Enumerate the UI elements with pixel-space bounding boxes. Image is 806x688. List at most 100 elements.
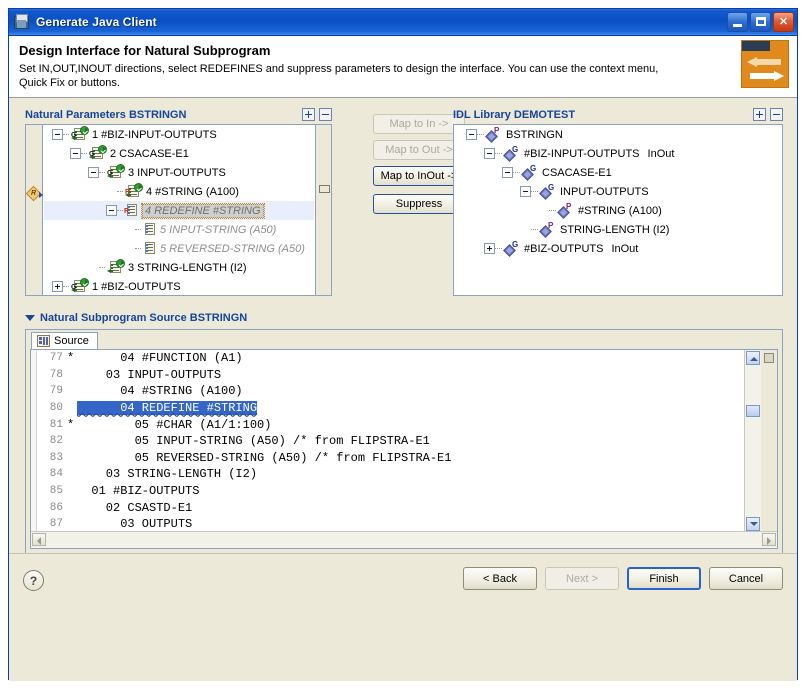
tree-connector xyxy=(117,209,123,212)
collapse-icon[interactable] xyxy=(466,129,477,140)
collapse-all-right-button[interactable] xyxy=(770,108,783,121)
tree-row[interactable]: 5 INPUT-STRING (A50) xyxy=(44,220,314,239)
editor-scroll-down-button[interactable] xyxy=(746,517,760,531)
code-line[interactable]: 77 * 04 #FUNCTION (A1) xyxy=(37,350,745,367)
editor-horizontal-scrollbar[interactable] xyxy=(31,531,777,548)
code-line[interactable]: 83 05 REVERSED-STRING (A50) /* from FLIP… xyxy=(37,450,745,467)
code-text: 03 STRING-LENGTH (I2) xyxy=(77,467,258,482)
idl-tree-row[interactable]: P STRING-LENGTH (I2) xyxy=(460,220,778,239)
back-button[interactable]: < Back xyxy=(463,567,537,590)
editor-scroll-up-button[interactable] xyxy=(746,351,760,365)
editor-overview-ruler[interactable] xyxy=(761,350,777,532)
code-line[interactable]: 87 03 OUTPUTS xyxy=(37,516,745,532)
idl-tree-row[interactable]: G INPUT-OUTPUTS xyxy=(460,182,778,201)
tree-row[interactable]: 3 STRING-LENGTH (I2) xyxy=(44,258,314,277)
map-to-inout-button[interactable]: Map to InOut -> xyxy=(373,166,465,186)
source-section-header[interactable]: Natural Subprogram Source BSTRINGN xyxy=(25,310,783,326)
idl-tree-row[interactable]: G CSACASE-E1 xyxy=(460,163,778,182)
code-line[interactable]: 81 * 05 #CHAR (A1/1:100) xyxy=(37,416,745,433)
idl-tree-row[interactable]: G #BIZ-INPUT-OUTPUTS InOut xyxy=(460,144,778,163)
tree-row[interactable]: G1 #BIZ-INPUT-OUTPUTS xyxy=(44,125,314,144)
natural-parameters-header: Natural Parameters BSTRINGN xyxy=(25,106,332,123)
code-text: 05 INPUT-STRING (A50) /* from FLIPSTRA-E… xyxy=(77,434,430,449)
editor-vertical-scrollbar[interactable] xyxy=(744,350,761,532)
maximize-button[interactable] xyxy=(750,12,771,32)
next-button[interactable]: Next > xyxy=(545,567,619,590)
line-number: 83 xyxy=(49,451,63,464)
editor-code-area[interactable]: 77 * 04 #FUNCTION (A1) 78 03 INPUT-OUTPUTS… xyxy=(37,350,745,532)
doc-icon xyxy=(143,222,157,237)
doc-icon xyxy=(143,241,157,256)
natural-parameters-tree-rows: G1 #BIZ-INPUT-OUTPUTS G 2 CSACASE-E1 G 3 INP… xyxy=(44,125,314,295)
code-line[interactable]: 80 04 REDEFINE #STRING xyxy=(37,400,745,417)
tree-connector xyxy=(477,133,484,136)
idl-row-label: #STRING (A100) xyxy=(578,204,662,217)
finish-button[interactable]: Finish xyxy=(627,567,701,590)
idl-group-icon: G xyxy=(539,183,556,200)
idl-row-label: BSTRINGN xyxy=(506,128,563,141)
code-line[interactable]: 78 03 INPUT-OUTPUTS xyxy=(37,367,745,384)
page-title: Design Interface for Natural Subprogram xyxy=(19,43,271,58)
line-number: 77 xyxy=(49,352,63,365)
idl-tree-row[interactable]: P #STRING (A100) xyxy=(460,201,778,220)
collapse-icon[interactable] xyxy=(484,148,495,159)
collapse-all-left-button[interactable] xyxy=(319,108,332,121)
expand-icon[interactable] xyxy=(52,281,63,292)
collapse-icon[interactable] xyxy=(52,129,63,140)
natural-parameters-tree[interactable]: R G1 #BIZ-INPUT-OUTPUTS G 2 CSACASE-E1 G 3 I… xyxy=(25,124,332,296)
map-to-in-button[interactable]: Map to In -> xyxy=(373,114,465,134)
tree-row[interactable]: G3 INPUT-OUTPUTS xyxy=(44,163,314,182)
idl-library-tree[interactable]: P BSTRINGN G #BIZ-INPUT-OUTPUTS InOut G CSACAS… xyxy=(453,124,783,296)
title-bar: Generate Java Client ✕ xyxy=(9,9,797,36)
map-to-out-button[interactable]: Map to Out -> xyxy=(373,140,465,160)
suppress-button[interactable]: Suppress xyxy=(373,194,465,214)
tree-row[interactable]: 5 REVERSED-STRING (A50) xyxy=(44,239,314,258)
collapse-icon[interactable] xyxy=(520,186,531,197)
code-text: 03 OUTPUTS xyxy=(77,517,193,532)
tree-row[interactable]: R4 REDEFINE #STRING xyxy=(44,201,314,220)
left-tree-scroll-thumb[interactable] xyxy=(319,185,330,193)
code-line[interactable]: 79 04 #STRING (A100) xyxy=(37,383,745,400)
line-number: 85 xyxy=(49,485,63,498)
source-viewer: Source 77 * 04 #FUNCTION (A1) 78 03 INPUT-… xyxy=(25,329,783,554)
collapse-icon[interactable] xyxy=(106,205,117,216)
expand-all-right-button[interactable] xyxy=(753,108,766,121)
source-section-title: Natural Subprogram Source BSTRINGN xyxy=(40,312,248,324)
expand-all-left-button[interactable] xyxy=(302,108,315,121)
left-tree-scrollbar[interactable] xyxy=(315,125,331,295)
tree-row[interactable]: R4 #STRING (A100) xyxy=(44,182,314,201)
tree-row-label: 4 #STRING (A100) xyxy=(146,185,239,198)
code-text: 05 REVERSED-STRING (A50) /* from FLIPSTR… xyxy=(77,450,452,465)
tree-ruler: R xyxy=(26,125,43,295)
code-line[interactable]: 82 05 INPUT-STRING (A50) /* from FLIPSTR… xyxy=(37,433,745,450)
editor-scroll-right-button[interactable] xyxy=(762,533,776,546)
idl-tree-row[interactable]: G #BIZ-OUTPUTS InOut xyxy=(460,239,778,258)
source-section: Natural Subprogram Source BSTRINGN Sourc… xyxy=(25,310,783,554)
editor-scroll-left-button[interactable] xyxy=(32,533,46,546)
code-line[interactable]: 85 01 #BIZ-OUTPUTS xyxy=(37,483,745,500)
collapse-icon[interactable] xyxy=(88,167,99,178)
tree-row[interactable]: G1 #BIZ-OUTPUTS xyxy=(44,277,314,295)
tab-source-label: Source xyxy=(54,335,89,347)
cancel-button[interactable]: Cancel xyxy=(709,567,783,590)
collapse-icon[interactable] xyxy=(502,167,513,178)
source-tab-icon xyxy=(37,335,50,347)
tree-row-label: 5 REVERSED-STRING (A50) xyxy=(160,242,305,255)
code-line[interactable]: 86 02 CSASTD-E1 xyxy=(37,499,745,516)
help-button[interactable]: ? xyxy=(23,570,44,591)
editor-scroll-thumb[interactable] xyxy=(746,405,760,417)
mapping-panels: Natural Parameters BSTRINGN R G1 #BIZ-IN… xyxy=(25,106,783,301)
tab-source[interactable]: Source xyxy=(31,332,98,349)
idl-direction-label: InOut xyxy=(647,147,675,160)
source-editor[interactable]: 77 * 04 #FUNCTION (A1) 78 03 INPUT-OUTPUTS… xyxy=(30,349,778,549)
close-button[interactable]: ✕ xyxy=(773,12,794,32)
tree-row[interactable]: G2 CSACASE-E1 xyxy=(44,144,314,163)
collapse-triangle-icon[interactable] xyxy=(25,315,35,321)
expand-icon[interactable] xyxy=(484,243,495,254)
code-line[interactable]: 84 03 STRING-LENGTH (I2) xyxy=(37,466,745,483)
collapse-icon[interactable] xyxy=(70,148,81,159)
tree-row-label: 4 REDEFINE #STRING xyxy=(141,202,265,219)
redefine-ruler-marker[interactable]: R xyxy=(26,185,43,202)
minimize-button[interactable] xyxy=(727,12,748,32)
idl-tree-row[interactable]: P BSTRINGN xyxy=(460,125,778,144)
